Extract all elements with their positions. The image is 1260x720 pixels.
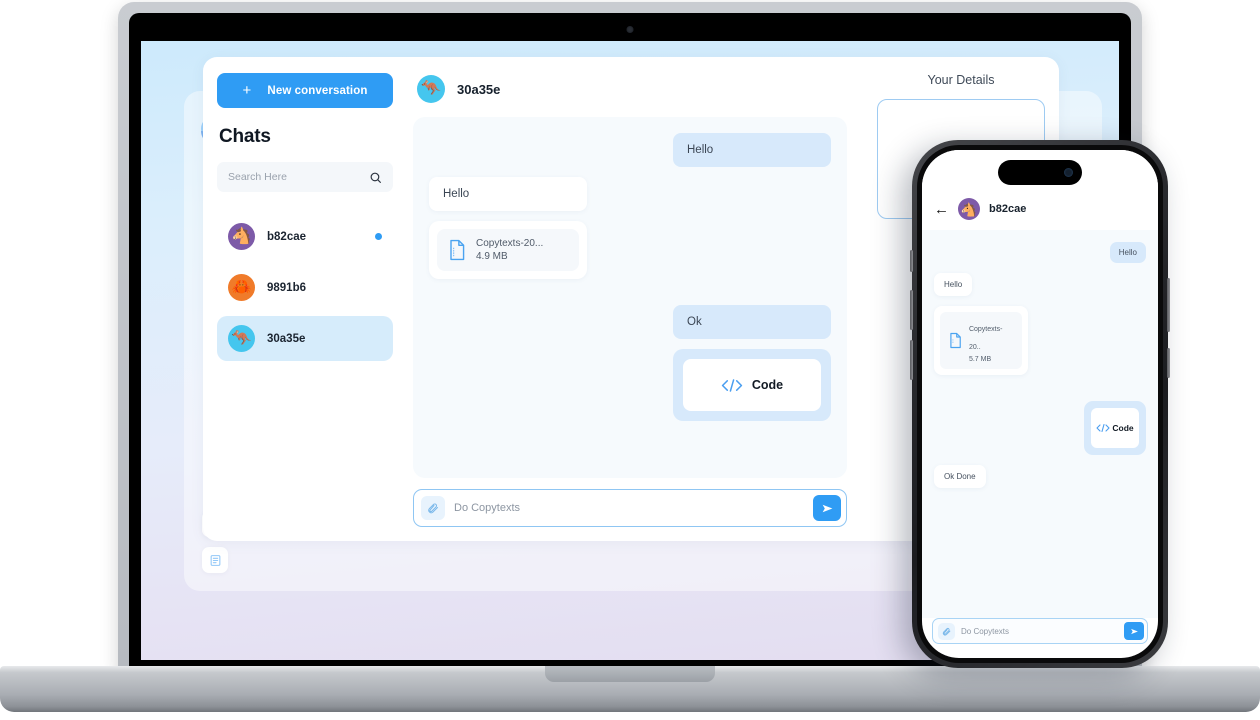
message-input[interactable] [454, 502, 804, 514]
message-row: Hello [934, 273, 1146, 296]
code-card[interactable]: Code [1091, 408, 1139, 448]
message-row: Code [934, 401, 1146, 455]
phone-bezel: ← 🐴 b82cae Hello Hello Copytexts-20.. 5.… [917, 145, 1163, 663]
chats-sidebar: + New conversation Chats 🐴 [203, 57, 407, 541]
chat-list-item-30a35e[interactable]: 🦘 30a35e [217, 316, 393, 361]
file-attachment-bubble[interactable]: Copytexts-20... 4.9 MB [429, 221, 587, 279]
message-bubble-outgoing: Hello [1109, 242, 1146, 263]
search-icon[interactable] [369, 171, 382, 184]
file-name: Copytexts-20.. [968, 326, 1003, 351]
message-row: Copytexts-20.. 5.7 MB [934, 306, 1146, 375]
code-label: Code [1112, 423, 1134, 433]
chat-name: b82cae [267, 230, 307, 243]
message-row: Ok Done [934, 465, 1146, 488]
file-icon [950, 332, 961, 349]
file-chip[interactable]: Copytexts-20... 4.9 MB [437, 229, 579, 271]
message-composer[interactable] [413, 489, 847, 527]
message-row: Hello [429, 133, 831, 167]
message-bubble-outgoing: Ok [673, 305, 831, 339]
send-icon [822, 504, 832, 512]
file-size: 5.7 MB [968, 356, 992, 363]
phone-side-button [1167, 348, 1170, 378]
laptop-base [0, 666, 1260, 712]
plus-icon: + [242, 82, 252, 99]
code-message-bubble[interactable]: Code [1084, 401, 1146, 455]
file-name: Copytexts-20... [476, 238, 544, 249]
message-thread[interactable]: Hello Hello Copytexts-20... 4.9 MB Ok Co… [413, 117, 847, 478]
chat-list: 🐴 b82cae 🦀 9891b6 🦘 30a35e [217, 214, 393, 361]
conversation-title: 30a35e [457, 81, 501, 97]
screenshot-stage: + New conversation Chats 🐴 [0, 0, 1260, 720]
attach-file-button[interactable] [421, 496, 445, 520]
message-row: Hello [429, 177, 831, 211]
paperclip-icon [428, 503, 438, 514]
phone-device: ← 🐴 b82cae Hello Hello Copytexts-20.. 5.… [910, 140, 1170, 668]
new-conversation-label: New conversation [267, 84, 368, 97]
back-arrow-icon[interactable]: ← [934, 202, 949, 217]
phone-message-thread[interactable]: Hello Hello Copytexts-20.. 5.7 MB Code O… [922, 230, 1158, 618]
message-row: Ok [429, 305, 831, 339]
message-row: Hello [934, 242, 1146, 263]
code-card[interactable]: Code [683, 359, 821, 411]
message-row: Code [429, 349, 831, 421]
send-button[interactable] [813, 495, 841, 521]
file-size: 4.9 MB [476, 251, 508, 262]
avatar-crab-icon: 🦀 [228, 274, 255, 301]
phone-screen: ← 🐴 b82cae Hello Hello Copytexts-20.. 5.… [922, 150, 1158, 658]
code-label: Code [751, 378, 784, 392]
phone-volume-up-button [910, 290, 913, 330]
message-bubble-outgoing: Hello [673, 133, 831, 167]
message-bubble-incoming: Hello [429, 177, 587, 211]
phone-mute-switch [910, 250, 913, 272]
phone-volume-down-button [910, 340, 913, 380]
send-button[interactable] [1124, 622, 1144, 640]
chat-list-item-9891b6[interactable]: 🦀 9891b6 [217, 265, 393, 310]
chats-heading: Chats [219, 126, 271, 147]
file-icon [450, 239, 465, 261]
paperclip-icon [942, 627, 951, 635]
message-bubble-incoming: Ok Done [934, 465, 986, 488]
unread-dot-badge [375, 233, 382, 240]
webcam-icon [626, 26, 634, 33]
new-conversation-button[interactable]: + New conversation [217, 73, 393, 108]
message-input[interactable] [961, 626, 1118, 636]
avatar-kangaroo-icon: 🦘 [228, 325, 255, 352]
file-chip[interactable]: Copytexts-20.. 5.7 MB [940, 312, 1022, 369]
details-title: Your Details [927, 73, 995, 87]
code-icon [1096, 423, 1110, 433]
dynamic-island [998, 160, 1082, 185]
message-bubble-incoming: Hello [934, 273, 973, 296]
avatar-horse-icon: 🐴 [958, 198, 980, 220]
phone-power-button [1167, 278, 1170, 332]
phone-conversation-title: b82cae [989, 203, 1027, 215]
conversation-pane: 🦘 30a35e Hello Hello Copytexts-20... 4.9… [407, 57, 863, 541]
avatar-kangaroo-icon: 🦘 [417, 75, 445, 103]
chat-name: 9891b6 [267, 281, 307, 294]
search-input[interactable] [228, 171, 363, 183]
conversation-header: 🦘 30a35e [413, 71, 847, 117]
message-row: Copytexts-20... 4.9 MB [429, 221, 831, 279]
attach-file-button[interactable] [938, 622, 955, 640]
phone-message-composer[interactable] [932, 618, 1148, 644]
code-icon [721, 378, 743, 392]
send-icon [1130, 628, 1138, 634]
file-attachment-bubble[interactable]: Copytexts-20.. 5.7 MB [934, 306, 1028, 375]
code-message-bubble[interactable]: Code [673, 349, 831, 421]
chat-list-item-b82cae[interactable]: 🐴 b82cae [217, 214, 393, 259]
search-box[interactable] [217, 162, 393, 192]
chat-name: 30a35e [267, 332, 306, 345]
avatar-horse-icon: 🐴 [228, 223, 255, 250]
